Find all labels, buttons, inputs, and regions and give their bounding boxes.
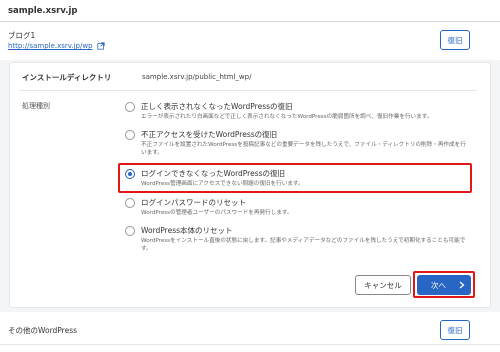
radio-button[interactable] xyxy=(125,198,135,208)
radio-button[interactable] xyxy=(125,102,135,112)
blog-name: ブログ1 xyxy=(8,31,36,40)
next-button-label: 次へ xyxy=(431,280,446,290)
cancel-button[interactable]: キャンセル xyxy=(355,275,411,295)
install-directory-value: sample.xsrv.jp/public_html_wp/ xyxy=(142,73,252,81)
divider xyxy=(0,344,500,345)
option-description: WordPressをインストール直後の状態に戻します。記事やメディアデータなどの… xyxy=(141,238,466,252)
option-description: WordPress管理画面にアクセスできない問題の復旧を行います。 xyxy=(141,181,304,187)
site-header: sample.xsrv.jp xyxy=(0,0,500,22)
option-title: WordPress本体のリセット xyxy=(141,226,233,235)
option-title: ログインできなくなったWordPressの復旧 xyxy=(141,169,286,178)
option-description: 不正ファイルを設置されたWordPressを投稿記事などの重要データを残したうえ… xyxy=(141,142,466,156)
divider xyxy=(19,90,477,91)
external-link-icon[interactable] xyxy=(96,42,105,50)
option-description: WordPressの管理者ユーザーのパスワードを再発行します。 xyxy=(141,210,293,216)
radio-button[interactable] xyxy=(125,226,135,236)
chevron-right-icon xyxy=(459,281,465,289)
option-title: 不正アクセスを受けたWordPressの復旧 xyxy=(141,130,278,139)
blog-link-row: http://sample.xsrv.jp/wp xyxy=(8,42,105,50)
radio-button[interactable] xyxy=(125,130,135,140)
blog-url-link[interactable]: http://sample.xsrv.jp/wp xyxy=(8,42,93,50)
radio-button-checked[interactable] xyxy=(125,169,135,179)
other-wordpress-label: その他のWordPress xyxy=(8,326,78,335)
option-title: ログインパスワードのリセット xyxy=(141,198,246,207)
install-directory-label: インストールディレクトリ xyxy=(22,73,112,82)
next-button[interactable]: 次へ xyxy=(417,275,471,295)
option-description: エラーが表示されたり白画面などで正しく表示されなくなったWordPressの脆弱… xyxy=(141,114,433,120)
blog-restore-button[interactable]: 復旧 xyxy=(440,30,470,50)
option-title: 正しく表示されなくなったWordPressの復旧 xyxy=(141,102,293,111)
site-title: sample.xsrv.jp xyxy=(8,6,78,16)
process-type-label: 処理種別 xyxy=(22,102,50,110)
other-restore-button[interactable]: 復旧 xyxy=(440,320,470,340)
